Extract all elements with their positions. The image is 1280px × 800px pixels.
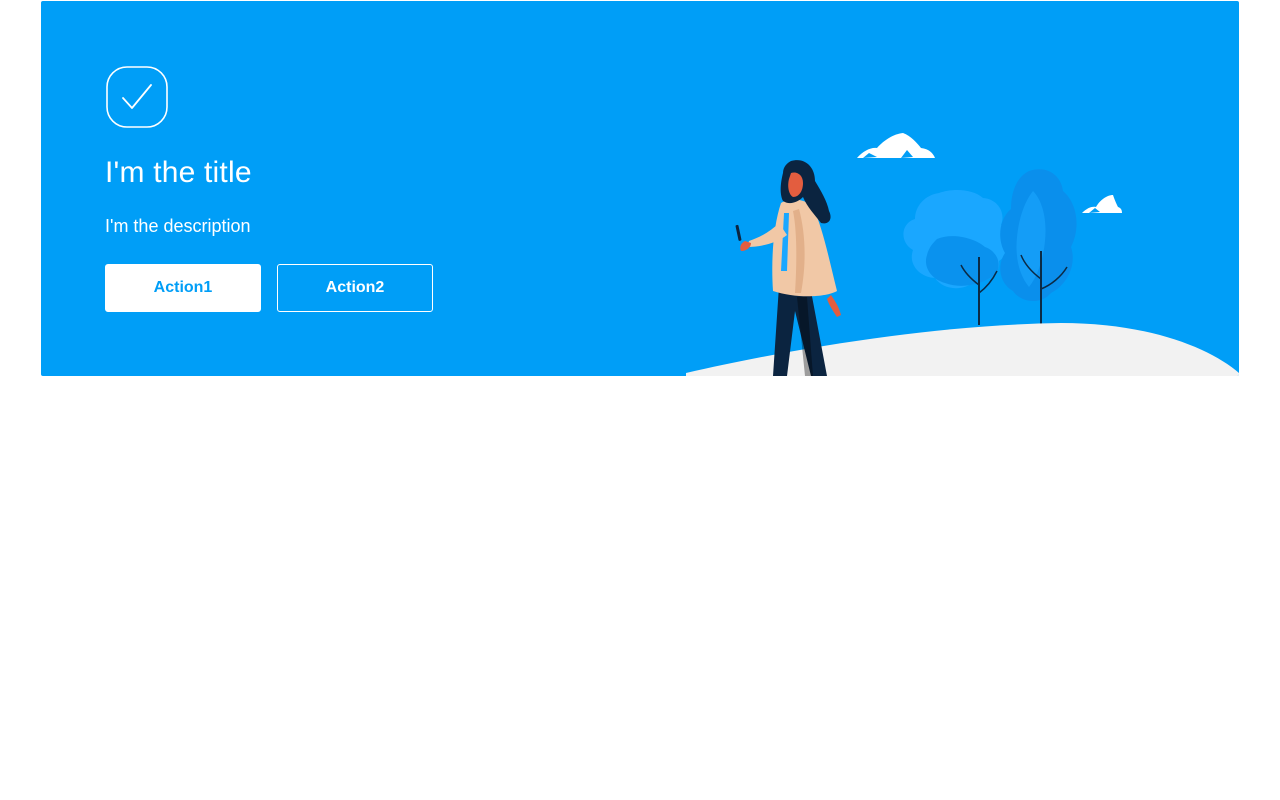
action2-button[interactable]: Action2	[277, 264, 433, 312]
check-circle-icon	[106, 66, 168, 128]
cloud-icon	[1082, 195, 1122, 213]
result-banner: I'm the title I'm the description Action…	[41, 1, 1239, 376]
woman-figure	[735, 160, 841, 376]
page-title: I'm the title	[105, 156, 252, 189]
page-description: I'm the description	[105, 216, 251, 236]
action1-button[interactable]: Action1	[105, 264, 261, 312]
cloud-icon	[857, 133, 935, 158]
tree-icon	[903, 190, 1010, 325]
woman-walking-illustration	[686, 133, 1239, 376]
tree-icon	[1000, 169, 1077, 325]
ground-hill	[686, 323, 1239, 376]
